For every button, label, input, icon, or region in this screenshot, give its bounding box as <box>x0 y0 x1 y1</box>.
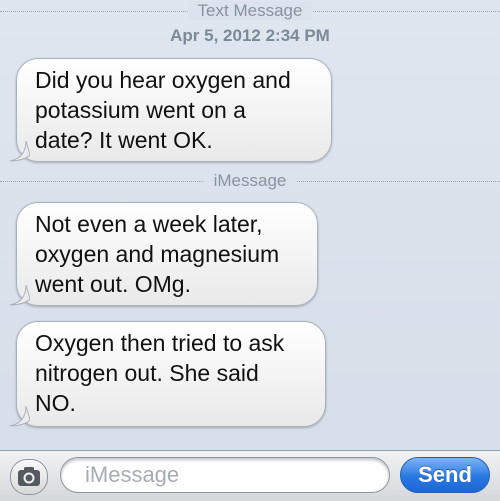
received-message-bubble[interactable]: Oxygen then tried to ask nitrogen out. S… <box>9 321 326 427</box>
service-label-sms: Text Message <box>187 1 313 21</box>
send-button[interactable]: Send <box>400 457 490 493</box>
received-message-bubble[interactable]: Did you hear oxygen and potassium went o… <box>9 58 332 162</box>
bubble-tail-icon <box>9 406 30 427</box>
message-timestamp: Apr 5, 2012 2:34 PM <box>170 26 330 45</box>
message-composer-bar: iMessage Send <box>0 450 500 501</box>
message-input[interactable]: iMessage <box>60 457 390 493</box>
message-text: Not even a week later, oxygen and magnes… <box>35 211 280 297</box>
service-label-imessage: iMessage <box>203 171 297 191</box>
camera-button[interactable] <box>10 459 48 495</box>
message-thread[interactable]: Text Message Apr 5, 2012 2:34 PM Did you… <box>0 0 500 450</box>
message-text: Oxygen then tried to ask nitrogen out. S… <box>35 330 285 416</box>
message-text: Did you hear oxygen and potassium went o… <box>35 67 291 153</box>
camera-icon <box>18 467 40 486</box>
received-message-bubble[interactable]: Not even a week later, oxygen and magnes… <box>9 202 318 306</box>
bubble-tail-icon <box>9 285 30 306</box>
bubble-tail-icon <box>9 141 30 162</box>
